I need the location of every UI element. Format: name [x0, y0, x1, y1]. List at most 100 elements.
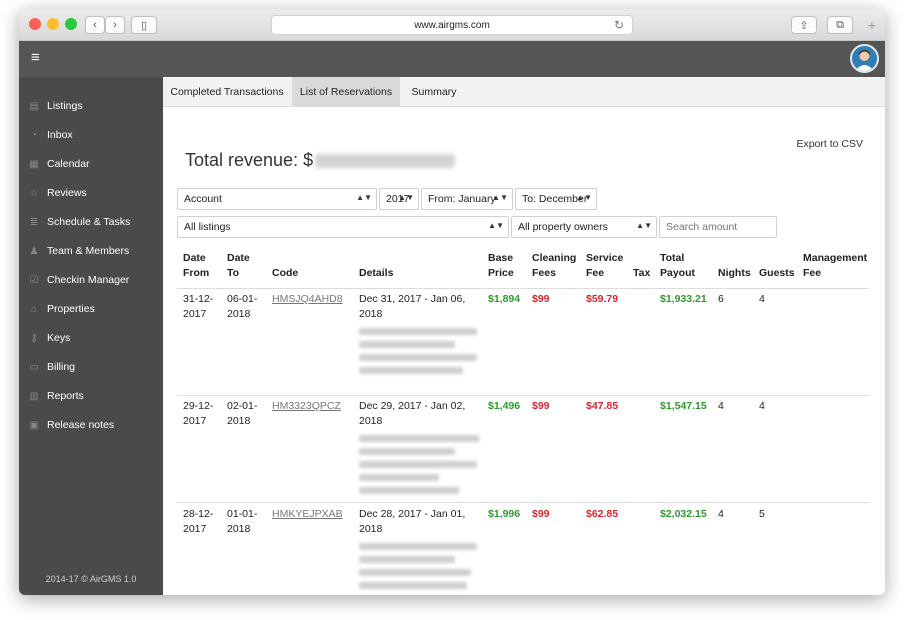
user-avatar-icon	[855, 50, 874, 71]
account-select[interactable]: Account ▲▼	[177, 188, 377, 210]
star-icon: ☆	[29, 187, 39, 199]
forward-button[interactable]: ›	[105, 16, 125, 34]
service-fee-cell: $59.79	[586, 293, 619, 305]
checkin-icon: ☑	[29, 274, 39, 286]
listings-select[interactable]: All listings ▲▼	[177, 216, 509, 238]
redacted-address	[359, 341, 455, 348]
redacted-address	[359, 328, 477, 335]
maximize-window-button[interactable]	[65, 18, 77, 30]
new-tab-icon[interactable]: +	[863, 16, 881, 34]
tab-summary[interactable]: Summary	[401, 77, 467, 107]
redacted-address	[359, 487, 459, 494]
tab-list-of-reservations[interactable]: List of Reservations	[292, 77, 400, 107]
redacted-address	[359, 461, 477, 468]
select-caret-icon: ▲▼	[636, 221, 652, 230]
release-notes-icon: ▣	[29, 419, 39, 431]
close-window-button[interactable]	[29, 18, 41, 30]
redacted-address	[359, 543, 477, 550]
sidebar-item-label: Release notes	[47, 419, 115, 431]
tasks-icon: ≣	[29, 216, 39, 228]
guests-cell: 5	[759, 508, 765, 520]
url-text: www.airgms.com	[414, 19, 490, 31]
tab-bar: Completed Transactions List of Reservati…	[163, 77, 885, 107]
tabs-overview-icon[interactable]: ⧉	[827, 16, 853, 34]
year-select[interactable]: 2017 ▲▼	[379, 188, 419, 210]
properties-icon: ⌂	[30, 303, 38, 315]
address-bar[interactable]: www.airgms.com ↻	[271, 15, 633, 35]
key-icon: ⚷	[30, 332, 38, 344]
back-button[interactable]: ‹	[85, 16, 105, 34]
redacted-address	[359, 354, 477, 361]
col-total-payout: Total Payout	[660, 252, 696, 279]
sidebar-item-label: Team & Members	[47, 245, 130, 257]
sidebar-item-billing[interactable]: ▭ Billing	[19, 353, 163, 381]
sidebar-item-calendar[interactable]: ▦ Calendar	[19, 150, 163, 178]
redacted-address	[359, 435, 479, 442]
sidebar: ▤ Listings ◔ Inbox ▦ Calendar ☆ Reviews ≣ Schedul…	[19, 77, 163, 595]
date-to-cell: 06-01- 2018	[227, 293, 258, 320]
select-caret-icon: ▲▼	[492, 193, 508, 202]
sidebar-item-label: Reviews	[47, 187, 87, 199]
share-icon[interactable]: ⇧	[791, 16, 817, 34]
header-divider	[177, 288, 869, 289]
col-management-fee: Management Fee	[803, 252, 868, 279]
sidebar-item-schedule-tasks[interactable]: ≣ Schedule & Tasks	[19, 208, 163, 236]
sidebar-item-inbox[interactable]: ◔ Inbox	[19, 121, 163, 149]
reservation-code-link[interactable]: HMKYEJPXAB	[272, 507, 343, 522]
redacted-address	[359, 474, 439, 481]
row-divider	[177, 395, 869, 396]
sidebar-item-label: Reports	[47, 390, 84, 402]
reservation-code-link[interactable]: HMSJQ4AHD8	[272, 292, 343, 307]
minimize-window-button[interactable]	[47, 18, 59, 30]
export-csv-link[interactable]: Export to CSV	[796, 138, 863, 150]
col-cleaning-fees: Cleaning Fees	[532, 252, 577, 279]
reload-icon[interactable]: ↻	[614, 18, 624, 32]
date-from-cell: 29-12- 2017	[183, 400, 214, 427]
total-revenue: Total revenue: $	[185, 150, 456, 171]
base-price-cell: $1,996	[488, 508, 521, 520]
guests-cell: 4	[759, 293, 765, 305]
sidebar-item-release-notes[interactable]: ▣ Release notes	[19, 411, 163, 439]
sidebar-footer: 2014-17 © AirGMS 1.0	[45, 574, 137, 584]
reservation-code-link[interactable]: HM3323QPCZ	[272, 399, 341, 414]
sidebar-item-label: Properties	[47, 303, 95, 315]
cleaning-fee-cell: $99	[532, 508, 550, 520]
chat-icon: ◔	[30, 129, 38, 141]
property-owners-select[interactable]: All property owners ▲▼	[511, 216, 657, 238]
redacted-address	[359, 367, 463, 374]
redacted-address	[359, 569, 471, 576]
cleaning-fee-cell: $99	[532, 400, 550, 412]
sidebar-toggle-icon[interactable]: ▯	[131, 16, 157, 34]
nights-cell: 4	[718, 508, 724, 520]
sidebar-item-checkin-manager[interactable]: ☑ Checkin Manager	[19, 266, 163, 294]
date-from-cell: 28-12- 2017	[183, 508, 214, 535]
tab-completed-transactions[interactable]: Completed Transactions	[163, 77, 291, 107]
sidebar-item-properties[interactable]: ⌂ Properties	[19, 295, 163, 323]
menu-icon[interactable]: ≡	[31, 49, 40, 66]
browser-window: ‹ › ▯ www.airgms.com ↻ ⇧ ⧉ + ≡ ▤ Listings…	[19, 9, 885, 595]
sidebar-item-team-members[interactable]: ♟ Team & Members	[19, 237, 163, 265]
sidebar-item-reviews[interactable]: ☆ Reviews	[19, 179, 163, 207]
col-tax: Tax	[633, 267, 651, 279]
base-price-cell: $1,894	[488, 293, 521, 305]
nights-cell: 6	[718, 293, 724, 305]
sidebar-item-listings[interactable]: ▤ Listings	[19, 92, 163, 120]
date-to-cell: 01-01- 2018	[227, 508, 258, 535]
from-month-select[interactable]: From: January ▲▼	[421, 188, 513, 210]
col-base-price: Base Price	[488, 252, 514, 279]
billing-icon: ▭	[29, 361, 39, 373]
date-to-cell: 02-01- 2018	[227, 400, 258, 427]
search-amount-input[interactable]	[659, 216, 777, 238]
avatar[interactable]	[850, 44, 879, 73]
sidebar-item-keys[interactable]: ⚷ Keys	[19, 324, 163, 352]
redacted-address	[359, 582, 467, 589]
col-guests: Guests	[759, 267, 795, 279]
guests-cell: 4	[759, 400, 765, 412]
calendar-icon: ▦	[29, 158, 39, 170]
details-cell: Dec 31, 2017 - Jan 06, 2018	[359, 292, 477, 374]
sidebar-item-label: Schedule & Tasks	[47, 216, 131, 228]
sidebar-item-reports[interactable]: ▥ Reports	[19, 382, 163, 410]
sidebar-item-label: Inbox	[47, 129, 73, 141]
row-divider	[177, 502, 869, 503]
to-month-select[interactable]: To: December ▲▼	[515, 188, 597, 210]
